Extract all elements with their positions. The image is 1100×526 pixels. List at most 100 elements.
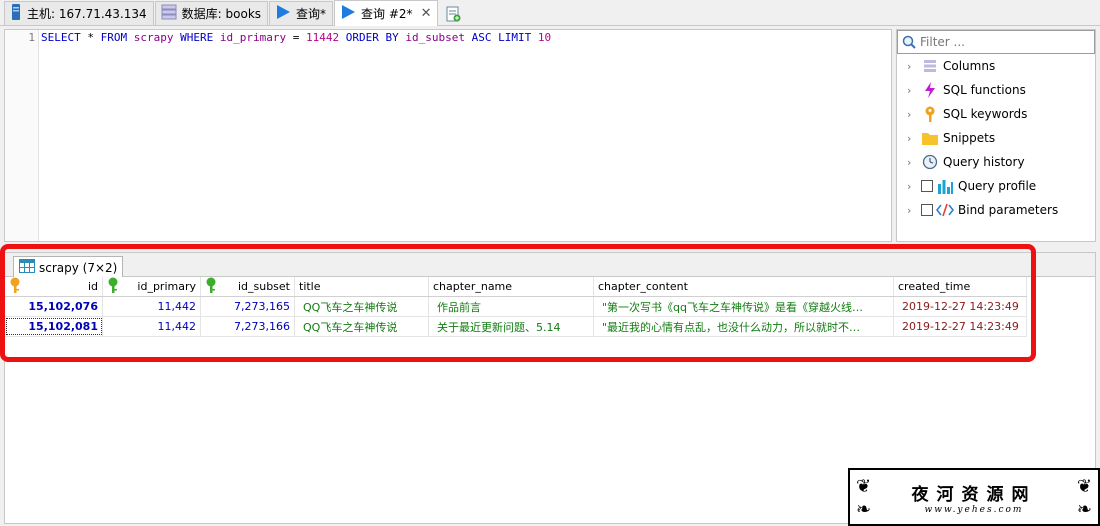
watermark-logo: ❦ ❦ ❧ ❧ 夜河资源网 www.yehes.com [848, 468, 1100, 526]
sql-operator: = [292, 31, 300, 44]
cell-id[interactable]: 15,102,081 [5, 317, 103, 336]
chevron-right-icon[interactable]: › [907, 84, 921, 97]
helper-item-query-profile[interactable]: › Query profile [897, 174, 1095, 198]
ornament-icon: ❧ [1076, 499, 1092, 520]
cell-chapter-name[interactable]: 作品前言 [429, 297, 594, 316]
helper-item-label: SQL keywords [943, 107, 1028, 121]
sql-number: 10 [537, 31, 552, 44]
query-helpers-panel: Filter ... › Columns › SQL functions › S… [896, 29, 1096, 242]
column-header-label: id_primary [137, 280, 196, 293]
grid-header-row: id id_primary id_subset title chapter_na… [5, 277, 1027, 297]
table-row[interactable]: 15,102,081 11,442 7,273,166 QQ飞车之车神传说 关于… [5, 317, 1027, 337]
helper-item-bind-parameters[interactable]: › Bind parameters [897, 198, 1095, 222]
profile-chart-icon [936, 178, 954, 194]
columns-icon [921, 58, 939, 74]
cell-chapter-content[interactable]: "第一次写书《qq飞车之车神传说》是看《穿越火线… [594, 297, 894, 316]
sql-keyword: ASC [471, 31, 492, 44]
sql-table-name: scrapy [133, 31, 174, 44]
cell-id-primary[interactable]: 11,442 [103, 297, 201, 316]
column-header-chapter-content[interactable]: chapter_content [594, 277, 894, 296]
query-profile-checkbox[interactable] [921, 180, 933, 192]
search-icon [902, 35, 916, 49]
sql-column-name: id_subset [405, 31, 465, 44]
tab-host[interactable]: 主机: 167.71.43.134 [4, 1, 154, 25]
cell-created-time[interactable]: 2019-12-27 14:23:49 [894, 297, 1027, 316]
helper-item-snippets[interactable]: › Snippets [897, 126, 1095, 150]
key-icon [921, 106, 939, 122]
cell-chapter-content[interactable]: "最近我的心情有点乱，也没什么动力，所以就时不… [594, 317, 894, 336]
cell-id[interactable]: 15,102,076 [5, 297, 103, 316]
cell-title[interactable]: QQ飞车之车神传说 [295, 297, 429, 316]
primary-key-icon [9, 277, 21, 296]
column-header-title[interactable]: title [295, 277, 429, 296]
column-header-id[interactable]: id [5, 277, 103, 296]
tab-query-2[interactable]: 查询 #2* ✕ [334, 0, 439, 26]
table-row[interactable]: 15,102,076 11,442 7,273,165 QQ飞车之车神传说 作品… [5, 297, 1027, 317]
cell-id-subset[interactable]: 7,273,165 [201, 297, 295, 316]
column-header-chapter-name[interactable]: chapter_name [429, 277, 594, 296]
tab-query-2-label: 查询 #2* [361, 7, 413, 21]
chevron-right-icon[interactable]: › [907, 180, 921, 193]
sql-operator: * [87, 31, 94, 44]
editor-gutter: 1 [5, 30, 39, 241]
lightning-icon [921, 82, 939, 98]
cell-chapter-name[interactable]: 关于最近更新问题、5.14 [429, 317, 594, 336]
new-query-tab-button[interactable] [441, 3, 465, 25]
tab-database-label: 数据库: books [181, 7, 262, 21]
column-header-id-subset[interactable]: id_subset [201, 277, 295, 296]
new-query-icon [446, 6, 461, 22]
chevron-right-icon[interactable]: › [907, 108, 921, 121]
query-icon [275, 4, 291, 23]
helper-item-label: Snippets [943, 131, 996, 145]
folder-icon [921, 131, 939, 145]
history-icon [921, 154, 939, 170]
close-icon[interactable]: ✕ [421, 6, 432, 21]
column-header-label: id [87, 280, 98, 293]
cell-title[interactable]: QQ飞车之车神传说 [295, 317, 429, 336]
helper-item-label: Query profile [958, 179, 1037, 193]
server-icon [10, 4, 22, 23]
cell-id-primary[interactable]: 11,442 [103, 317, 201, 336]
code-icon [936, 203, 954, 217]
helper-item-label: Bind parameters [958, 203, 1059, 217]
result-tab[interactable]: scrapy (7×2) [13, 256, 124, 278]
foreign-key-icon [205, 277, 217, 296]
chevron-right-icon[interactable]: › [907, 132, 921, 145]
helper-item-label: Query history [943, 155, 1025, 169]
database-icon [161, 4, 177, 23]
tab-bar: 主机: 167.71.43.134 数据库: books 查询* 查询 #2* … [0, 0, 1100, 26]
helper-item-query-history[interactable]: › Query history [897, 150, 1095, 174]
sql-editor[interactable]: 1 SELECT * FROM scrapy WHERE id_primary … [4, 29, 892, 242]
foreign-key-icon [107, 277, 119, 296]
helper-item-sql-functions[interactable]: › SQL functions [897, 78, 1095, 102]
sql-keyword: SELECT [41, 31, 81, 44]
column-header-id-primary[interactable]: id_primary [103, 277, 201, 296]
helper-item-sql-keywords[interactable]: › SQL keywords [897, 102, 1095, 126]
chevron-right-icon[interactable]: › [907, 60, 921, 73]
helper-item-label: Columns [943, 59, 996, 73]
sql-number: 11442 [305, 31, 340, 44]
ornament-icon: ❦ [1076, 476, 1092, 497]
ornament-icon: ❧ [856, 499, 872, 520]
chevron-right-icon[interactable]: › [907, 204, 921, 217]
bind-parameters-checkbox[interactable] [921, 204, 933, 216]
tab-database[interactable]: 数据库: books [154, 1, 269, 25]
filter-input[interactable]: Filter ... [897, 30, 1095, 54]
sql-code[interactable]: SELECT * FROM scrapy WHERE id_primary = … [41, 31, 551, 44]
watermark-title: 夜河资源网 [911, 484, 1037, 505]
query-icon [340, 4, 356, 23]
watermark-url: www.yehes.com [924, 504, 1024, 515]
line-number: 1 [28, 31, 35, 44]
column-header-created-time[interactable]: created_time [894, 277, 1027, 296]
table-icon [19, 259, 35, 276]
cell-id-subset[interactable]: 7,273,166 [201, 317, 295, 336]
sql-keyword: FROM [100, 31, 128, 44]
chevron-right-icon[interactable]: › [907, 156, 921, 169]
tab-query-1[interactable]: 查询* [269, 1, 334, 25]
result-grid[interactable]: id id_primary id_subset title chapter_na… [5, 277, 1027, 337]
sql-column-name: id_primary [219, 31, 287, 44]
cell-created-time[interactable]: 2019-12-27 14:23:49 [894, 317, 1027, 336]
helper-item-columns[interactable]: › Columns [897, 54, 1095, 78]
result-tab-label: scrapy (7×2) [39, 260, 118, 275]
sql-keyword: ORDER BY [345, 31, 399, 44]
